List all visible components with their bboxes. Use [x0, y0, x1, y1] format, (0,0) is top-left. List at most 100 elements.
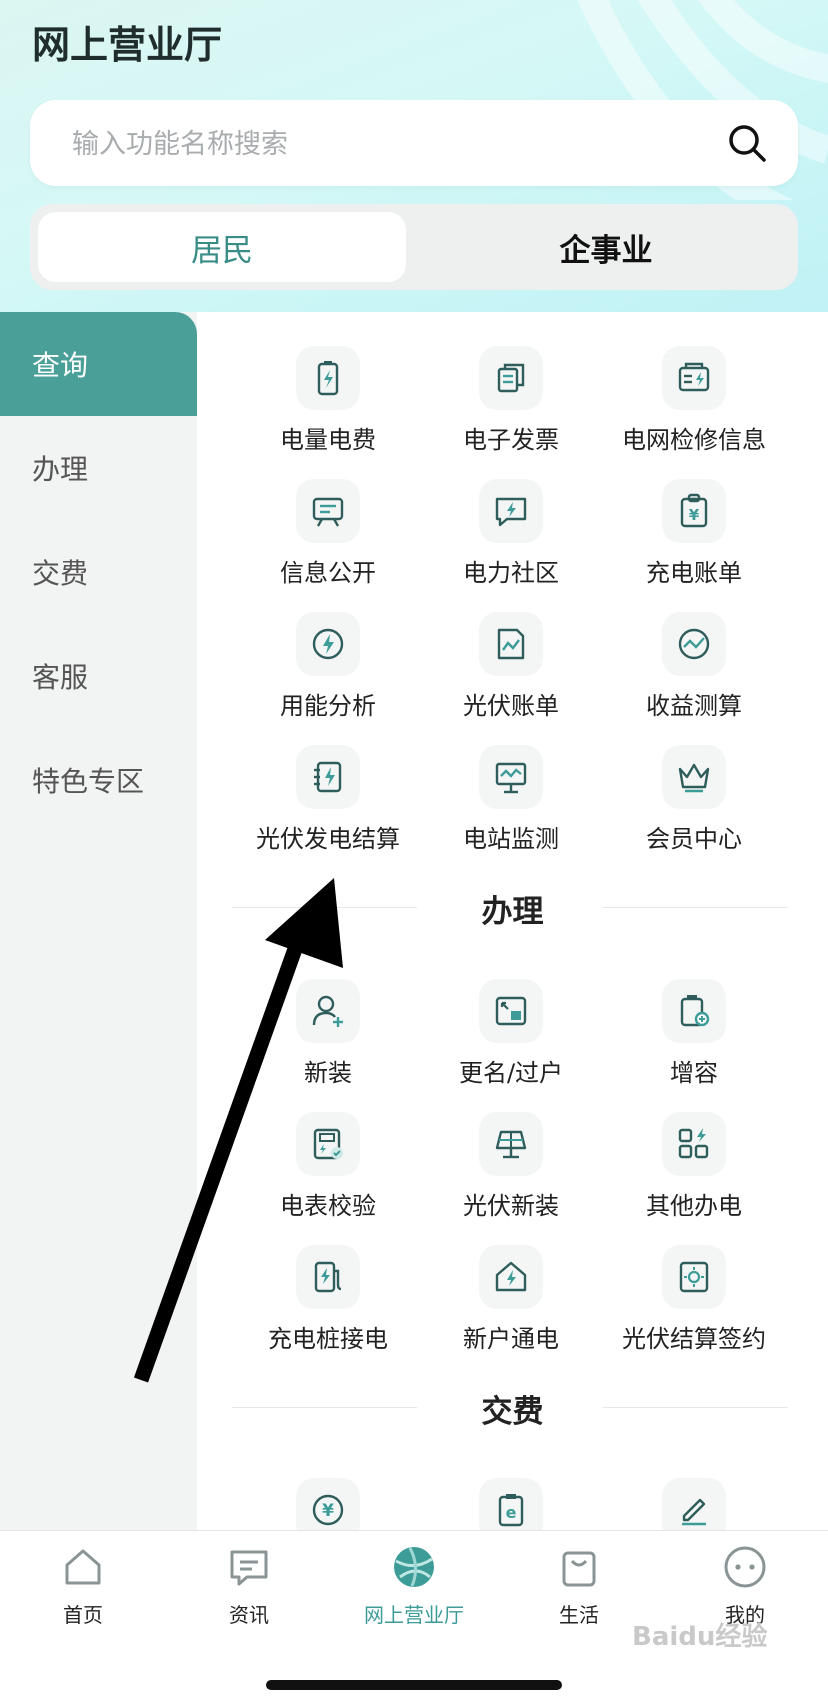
grid-item-station-monitor[interactable]: 电站监测: [411, 745, 611, 865]
notice-board-icon: [312, 497, 344, 527]
grid-item-label: 收益测算: [646, 692, 742, 720]
tab-label: 首页: [63, 1603, 103, 1627]
tab-label: 网上营业厅: [364, 1603, 464, 1627]
solar-panel-icon: [495, 1130, 527, 1159]
battery-bolt-icon: [317, 361, 339, 396]
grid-item-revenue-calc[interactable]: 收益测算: [594, 612, 794, 732]
svg-text:¥: ¥: [689, 506, 700, 524]
section-header-handle: 办理: [197, 882, 828, 932]
meter-check-icon: [313, 1128, 343, 1160]
grid-item-new-household[interactable]: 新户通电: [411, 1245, 611, 1365]
station-monitor-icon: [495, 762, 527, 794]
function-grid-panel: 电量电费 电子发票 电网检修信息 信息公开 电力社区 ¥ 充电账单 用能分析 光…: [197, 312, 828, 1530]
pv-settlement-icon: [314, 761, 342, 793]
grid-item-electricity-fee[interactable]: 电量电费: [228, 346, 428, 466]
section-title: 交费: [481, 1394, 544, 1430]
sidebar-item-query[interactable]: 查询: [0, 312, 197, 416]
search-input[interactable]: [70, 100, 674, 188]
grid-item-pay-3[interactable]: [594, 1478, 794, 1530]
revenue-gauge-icon: [678, 628, 710, 660]
grid-item-label: 光伏新装: [463, 1192, 559, 1220]
grid-item-label: 电力社区: [463, 559, 559, 587]
sidebar-item-service[interactable]: 客服: [0, 624, 197, 728]
charging-pile-icon: [314, 1261, 342, 1293]
grid-item-label: 电子发票: [463, 426, 559, 454]
category-sidebar: 查询 办理 交费 客服 特色专区: [0, 312, 197, 1530]
grid-item-label: 电表校验: [280, 1192, 376, 1220]
tab-enterprise[interactable]: 企事业: [422, 212, 790, 282]
grid-item-label: 电站监测: [463, 825, 559, 853]
grid-item-label: 其他办电: [646, 1192, 742, 1220]
grid-item-label: 新装: [304, 1059, 352, 1087]
grid-item-member-center[interactable]: 会员中心: [594, 745, 794, 865]
grid-item-label: 电量电费: [280, 426, 376, 454]
grid-item-meter-check[interactable]: 电表校验: [228, 1112, 428, 1232]
tab-home[interactable]: 首页: [13, 1543, 153, 1628]
smiley-icon: [724, 1546, 766, 1588]
search-bar[interactable]: [30, 100, 798, 188]
tab-life[interactable]: 生活: [509, 1543, 649, 1628]
charging-bill-icon: ¥: [680, 493, 708, 528]
add-user-icon: [312, 995, 343, 1027]
community-chat-icon: [495, 497, 527, 527]
tab-news[interactable]: 资讯: [179, 1543, 319, 1628]
grid-item-other-services[interactable]: 其他办电: [594, 1112, 794, 1232]
pv-bill-icon: [497, 628, 525, 660]
pen-sign-icon: [682, 1498, 706, 1526]
section-title: 办理: [481, 894, 544, 930]
bottom-tab-bar: 首页 资讯 网上营业厅 生活 我的: [0, 1530, 828, 1697]
grid-item-pv-contract[interactable]: 光伏结算签约: [594, 1245, 794, 1365]
globe-icon: [394, 1547, 434, 1587]
crown-icon: [678, 763, 710, 793]
shopping-bag-icon: [562, 1551, 596, 1587]
tab-label: 生活: [559, 1603, 599, 1627]
grid-item-e-invoice[interactable]: 电子发票: [411, 346, 611, 466]
tab-resident[interactable]: 居民: [38, 212, 406, 282]
grid-item-capacity-increase[interactable]: 增容: [594, 979, 794, 1099]
sidebar-item-pay[interactable]: 交费: [0, 520, 197, 624]
section-header-pay: 交费: [197, 1382, 828, 1432]
grid-item-label: 充电账单: [646, 559, 742, 587]
grid-item-label: 信息公开: [280, 559, 376, 587]
grid-item-pay-2[interactable]: e: [411, 1478, 611, 1530]
grid-item-charging-pile[interactable]: 充电桩接电: [228, 1245, 428, 1365]
grid-item-label: 更名/过户: [458, 1059, 564, 1087]
other-services-icon: [678, 1128, 709, 1159]
grid-item-grid-maintenance[interactable]: 电网检修信息: [594, 346, 794, 466]
rename-transfer-icon: [495, 996, 527, 1026]
sidebar-item-special[interactable]: 特色专区: [0, 728, 197, 832]
grid-item-label: 充电桩接电: [268, 1325, 388, 1353]
grid-item-label: 会员中心: [646, 825, 742, 853]
energy-analysis-icon: [312, 628, 344, 660]
grid-item-pv-install[interactable]: 光伏新装: [411, 1112, 611, 1232]
grid-item-label: 光伏账单: [463, 692, 559, 720]
svg-text:e: e: [506, 1503, 517, 1522]
tab-label: 资讯: [229, 1603, 269, 1627]
grid-item-power-community[interactable]: 电力社区: [411, 479, 611, 599]
e-bill-icon: e: [498, 1494, 524, 1527]
house-bolt-icon: [495, 1261, 527, 1292]
grid-item-energy-analysis[interactable]: 用能分析: [228, 612, 428, 732]
grid-item-charging-bill[interactable]: ¥ 充电账单: [594, 479, 794, 599]
grid-item-new-install[interactable]: 新装: [228, 979, 428, 1099]
invoice-icon: [497, 363, 525, 393]
capacity-increase-icon: [680, 995, 710, 1027]
grid-item-label: 用能分析: [280, 692, 376, 720]
grid-item-info-disclosure[interactable]: 信息公开: [228, 479, 428, 599]
home-indicator[interactable]: [266, 1680, 562, 1690]
message-icon: [230, 1550, 268, 1586]
grid-item-pay-1[interactable]: ¥: [228, 1478, 428, 1530]
grid-item-label: 光伏结算签约: [622, 1325, 766, 1353]
tab-online-hall[interactable]: 网上营业厅: [344, 1543, 484, 1628]
maintenance-info-icon: [678, 362, 710, 392]
grid-item-pv-settlement[interactable]: 光伏发电结算: [228, 745, 428, 865]
page-title: 网上营业厅: [32, 23, 223, 67]
grid-item-pv-bill[interactable]: 光伏账单: [411, 612, 611, 732]
grid-item-label: 电网检修信息: [622, 426, 766, 454]
watermark: Baidu经验: [632, 1622, 768, 1652]
sun-contract-icon: [679, 1261, 709, 1293]
grid-item-label: 光伏发电结算: [256, 825, 400, 853]
sidebar-item-handle[interactable]: 办理: [0, 416, 197, 520]
grid-item-rename-transfer[interactable]: 更名/过户: [411, 979, 611, 1099]
search-icon[interactable]: [726, 122, 768, 164]
